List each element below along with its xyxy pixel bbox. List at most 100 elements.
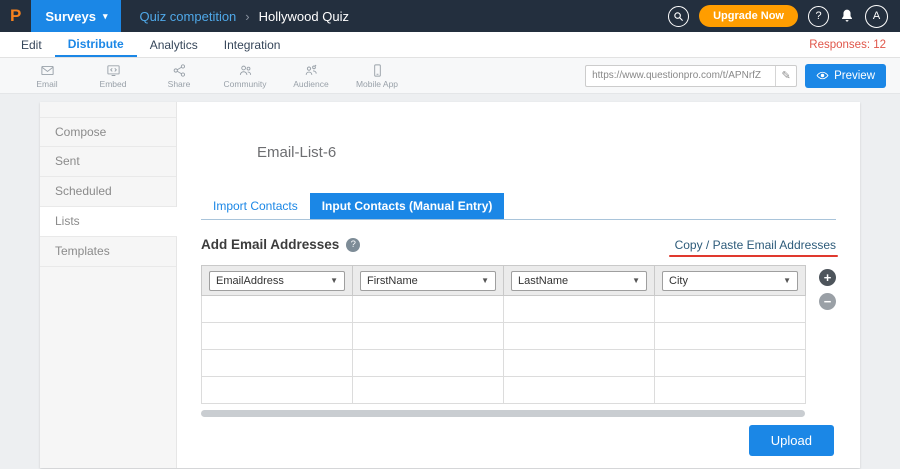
table-cell[interactable] <box>353 350 504 377</box>
top-bar: P Surveys ▾ Quiz competition › Hollywood… <box>0 0 900 32</box>
column-select-value: EmailAddress <box>216 275 284 287</box>
table-cell[interactable] <box>202 323 353 350</box>
product-menu-label: Surveys <box>45 9 96 24</box>
embed-icon <box>106 63 121 78</box>
remove-row-button[interactable]: − <box>819 293 836 310</box>
search-button[interactable] <box>668 6 689 27</box>
table-cell[interactable] <box>504 377 655 404</box>
toolbar-item-share[interactable]: Share <box>146 63 212 89</box>
search-icon <box>673 11 684 22</box>
edit-url-button[interactable]: ✎ <box>775 66 796 86</box>
sidebar-item-compose[interactable]: Compose <box>40 117 176 147</box>
main-card: Compose Sent Scheduled Lists Templates E… <box>40 102 860 468</box>
email-sidebar: Compose Sent Scheduled Lists Templates <box>40 102 177 468</box>
share-icon <box>172 63 187 78</box>
breadcrumb-parent-link[interactable]: Quiz competition <box>139 9 236 24</box>
column-select-value: LastName <box>518 275 568 287</box>
toolbar-item-label: Audience <box>293 79 328 89</box>
column-select-value: FirstName <box>367 275 418 287</box>
table-cell[interactable] <box>353 296 504 323</box>
mobile-app-icon <box>370 63 385 78</box>
sidebar-item-templates[interactable]: Templates <box>40 237 176 267</box>
table-cell[interactable] <box>504 350 655 377</box>
sidebar-item-lists[interactable]: Lists <box>40 207 177 237</box>
sidebar-item-scheduled[interactable]: Scheduled <box>40 177 176 207</box>
copy-paste-label: Copy / Paste Email Addresses <box>675 238 836 252</box>
section-header: Add Email Addresses ? Copy / Paste Email… <box>201 237 836 252</box>
row-controls: + − <box>819 265 836 310</box>
responses-count[interactable]: Responses: 12 <box>809 39 900 51</box>
section-title: Add Email Addresses <box>201 237 339 252</box>
copy-paste-link[interactable]: Copy / Paste Email Addresses <box>675 238 836 252</box>
column-select-first-name[interactable]: FirstName ▼ <box>360 271 496 291</box>
upload-button[interactable]: Upload <box>749 425 834 456</box>
toolbar-item-label: Share <box>168 79 191 89</box>
survey-url-input[interactable] <box>586 70 775 81</box>
chevron-down-icon: ▼ <box>330 276 338 285</box>
horizontal-scrollbar[interactable] <box>201 410 805 417</box>
eye-icon <box>816 69 829 82</box>
tab-analytics[interactable]: Analytics <box>137 32 211 57</box>
sidebar-item-sent[interactable]: Sent <box>40 147 176 177</box>
add-row-button[interactable]: + <box>819 269 836 286</box>
contacts-table: EmailAddress ▼ FirstName ▼ LastName ▼ City ▼ <box>201 265 806 404</box>
preview-button[interactable]: Preview <box>805 64 886 88</box>
notifications-bell-icon[interactable] <box>839 8 855 24</box>
breadcrumb-current: Hollywood Quiz <box>259 9 349 24</box>
table-cell[interactable] <box>504 296 655 323</box>
toolbar-right: ✎ Preview <box>585 64 886 88</box>
contacts-tabs: Import Contacts Input Contacts (Manual E… <box>201 193 836 220</box>
chevron-down-icon: ▼ <box>783 276 791 285</box>
breadcrumb: Quiz competition › Hollywood Quiz <box>139 9 349 24</box>
help-button[interactable]: ? <box>808 6 829 27</box>
column-select-city[interactable]: City ▼ <box>662 271 798 291</box>
help-icon[interactable]: ? <box>346 238 360 252</box>
table-row <box>202 377 806 404</box>
tab-integration[interactable]: Integration <box>211 32 294 57</box>
pencil-icon: ✎ <box>781 69 790 82</box>
column-select-last-name[interactable]: LastName ▼ <box>511 271 647 291</box>
page-title: Email-List-6 <box>257 144 836 161</box>
email-icon <box>40 63 55 78</box>
toolbar-item-embed[interactable]: Embed <box>80 63 146 89</box>
chevron-down-icon: ▼ <box>481 276 489 285</box>
table-cell[interactable] <box>353 323 504 350</box>
contacts-grid-wrap: EmailAddress ▼ FirstName ▼ LastName ▼ City ▼… <box>201 265 836 404</box>
list-content: Email-List-6 Import Contacts Input Conta… <box>177 102 860 468</box>
toolbar-item-label: Embed <box>100 79 127 89</box>
tab-distribute[interactable]: Distribute <box>55 32 137 57</box>
tab-input-contacts-manual[interactable]: Input Contacts (Manual Entry) <box>310 193 505 219</box>
tab-edit[interactable]: Edit <box>8 32 55 57</box>
toolbar-item-audience[interactable]: Audience <box>278 63 344 89</box>
table-row <box>202 350 806 377</box>
breadcrumb-separator: › <box>245 9 249 24</box>
column-select-email-address[interactable]: EmailAddress ▼ <box>209 271 345 291</box>
upgrade-now-button[interactable]: Upgrade Now <box>699 5 798 27</box>
product-menu-surveys[interactable]: Surveys ▾ <box>31 0 121 32</box>
user-avatar[interactable]: A <box>865 5 888 28</box>
survey-url-box: ✎ <box>585 65 797 87</box>
community-icon <box>238 63 253 78</box>
toolbar-item-email[interactable]: Email <box>14 63 80 89</box>
questionpro-logo[interactable]: P <box>0 6 31 26</box>
table-cell[interactable] <box>202 350 353 377</box>
toolbar-item-community[interactable]: Community <box>212 63 278 89</box>
tab-import-contacts[interactable]: Import Contacts <box>201 193 310 219</box>
toolbar-item-mobile-app[interactable]: Mobile App <box>344 63 410 89</box>
table-cell[interactable] <box>504 323 655 350</box>
table-cell[interactable] <box>353 377 504 404</box>
help-label: ? <box>815 10 821 22</box>
preview-label: Preview <box>834 70 875 82</box>
table-cell[interactable] <box>655 323 806 350</box>
toolbar-item-label: Email <box>36 79 57 89</box>
table-cell[interactable] <box>655 350 806 377</box>
chevron-down-icon: ▼ <box>632 276 640 285</box>
table-cell[interactable] <box>655 377 806 404</box>
table-cell[interactable] <box>655 296 806 323</box>
column-select-value: City <box>669 275 688 287</box>
table-cell[interactable] <box>202 296 353 323</box>
toolbar-item-label: Community <box>224 79 267 89</box>
survey-nav: Edit Distribute Analytics Integration Re… <box>0 32 900 58</box>
table-cell[interactable] <box>202 377 353 404</box>
table-header-row: EmailAddress ▼ FirstName ▼ LastName ▼ City ▼ <box>202 266 806 296</box>
